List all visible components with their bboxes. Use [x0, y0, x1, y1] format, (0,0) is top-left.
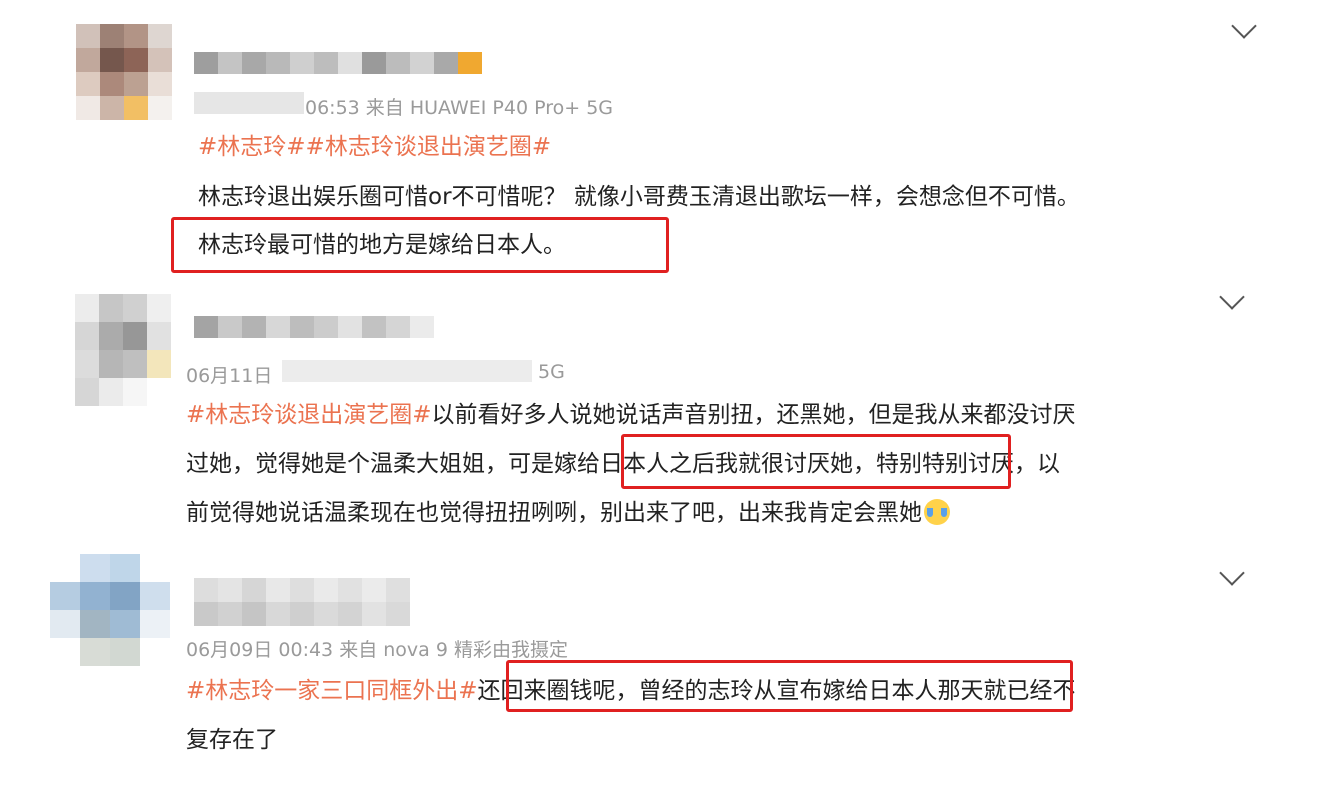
avatar[interactable]: [50, 554, 170, 666]
highlight-box: [621, 434, 1011, 489]
comment-text-line: 复存在了: [186, 727, 278, 753]
highlight-box: [506, 660, 1073, 712]
chevron-down-icon[interactable]: [1231, 13, 1257, 39]
comment-text-line: #林志玲谈退出演艺圈#以前看好多人说她说话声音别扭，还黑她，但是我从来都没讨厌: [186, 398, 1076, 433]
avatar[interactable]: [76, 24, 172, 120]
topic-tag[interactable]: #林志玲一家三口同框外出#: [186, 678, 478, 704]
comment-item: 06月11日 5G #林志玲谈退出演艺圈#以前看好多人说她说话声音别扭，还黑她，…: [0, 280, 1332, 550]
comment-meta: 06月09日 00:43 来自 nova 9 精彩由我摄定: [186, 639, 568, 661]
avatar[interactable]: [75, 294, 171, 406]
topic-line: #林志玲##林志玲谈退出演艺圈#: [198, 130, 551, 165]
topic-tag[interactable]: #林志玲##林志玲谈退出演艺圈#: [198, 134, 551, 160]
laugh-cry-emoji-icon: [924, 499, 950, 525]
meta-blur: [282, 360, 532, 382]
comment-meta: 06月11日: [186, 365, 273, 387]
meta-blur: [194, 92, 304, 114]
comment-text-line: 林志玲退出娱乐圈可惜or不可惜呢？ 就像小哥费玉清退出歌坛一样，会想念但不可惜。: [198, 184, 1080, 210]
chevron-down-icon[interactable]: [1219, 560, 1245, 586]
comment-text: 以前看好多人说她说话声音别扭，还黑她，但是我从来都没讨厌: [431, 402, 1076, 428]
comment-text: 前觉得她说话温柔现在也觉得扭扭咧咧，别出来了吧，出来我肯定会黑她: [186, 500, 922, 526]
chevron-down-icon[interactable]: [1219, 284, 1245, 310]
comment-meta: 06:53 来自 HUAWEI P40 Pro+ 5G: [305, 97, 614, 119]
comment-item: 06月09日 00:43 来自 nova 9 精彩由我摄定 #林志玲一家三口同框…: [0, 550, 1332, 786]
comment-text-line: 前觉得她说话温柔现在也觉得扭扭咧咧，别出来了吧，出来我肯定会黑她: [186, 496, 950, 531]
username[interactable]: [194, 578, 410, 626]
username[interactable]: [194, 316, 434, 338]
username[interactable]: [194, 52, 482, 74]
topic-tag[interactable]: #林志玲谈退出演艺圈#: [186, 402, 432, 428]
comment-item: 06:53 来自 HUAWEI P40 Pro+ 5G #林志玲##林志玲谈退出…: [0, 0, 1332, 280]
highlight-box: [171, 217, 669, 273]
comment-meta-tail: 5G: [538, 361, 565, 383]
